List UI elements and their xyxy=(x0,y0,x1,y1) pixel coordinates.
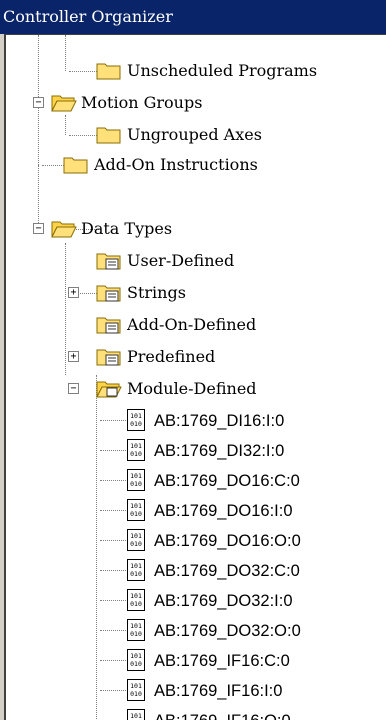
svg-text:101: 101 xyxy=(130,442,142,450)
tree-node-datatype[interactable]: 101 010 AB:1769_DO16:C:0 xyxy=(6,465,386,497)
datatype-folder-open-icon xyxy=(96,381,122,398)
datatype-icon: 101010 xyxy=(127,589,145,611)
folder-icon xyxy=(96,63,121,80)
svg-text:101: 101 xyxy=(130,592,142,600)
tree-node-datatype[interactable]: 101 010 AB:1769_IF16:I:0 xyxy=(6,675,386,707)
datatype-icon: 101010 xyxy=(127,709,145,720)
datatype-icon: 101010 xyxy=(127,469,145,491)
datatype-folder-icon xyxy=(96,253,121,270)
svg-text:010: 010 xyxy=(130,600,142,608)
tree-node-label: Predefined xyxy=(127,347,216,366)
folder-icon xyxy=(96,127,121,144)
tree-node-motion-groups[interactable]: − Motion Groups xyxy=(6,87,386,119)
expand-button[interactable]: + xyxy=(68,287,79,298)
tree-node-label: AB:1769_DO16:I:0 xyxy=(154,502,293,520)
tree-node-label: Module-Defined xyxy=(127,379,257,398)
tree-node-datatype[interactable]: 101 010 AB:1769_DO32:C:0 xyxy=(6,555,386,587)
datatype-icon: 101010 xyxy=(127,529,145,551)
tree-node-label: Data Types xyxy=(81,219,173,238)
collapse-button[interactable]: − xyxy=(33,223,44,234)
svg-text:010: 010 xyxy=(130,450,142,458)
folder-open-icon xyxy=(51,221,77,238)
svg-text:101: 101 xyxy=(130,562,142,570)
svg-text:101: 101 xyxy=(130,532,142,540)
tree-node-label: AB:1769_DI32:I:0 xyxy=(154,442,285,460)
tree-node-ungrouped-axes[interactable]: Ungrouped Axes xyxy=(6,119,386,151)
tree-node-label: AB:1769_IF16:O:0 xyxy=(154,705,291,720)
datatype-icon: 101010 xyxy=(127,559,145,581)
svg-text:010: 010 xyxy=(130,510,142,518)
expand-button[interactable]: + xyxy=(68,351,79,362)
tree-node-label: AB:1769_DI16:I:0 xyxy=(154,412,285,430)
tree-node-datatype[interactable]: 101 010 AB:1769_DO32:O:0 xyxy=(6,615,386,647)
datatype-icon: 101010 xyxy=(127,649,145,671)
tree-node-datatype[interactable]: 101010 AB:1769_IF16:O:0 xyxy=(6,705,386,720)
tree-node-label: AB:1769_DO32:C:0 xyxy=(154,562,300,580)
datatype-icon: 101010 xyxy=(127,409,145,431)
svg-text:101: 101 xyxy=(130,472,142,480)
folder-open-icon xyxy=(51,95,77,112)
collapse-button[interactable]: − xyxy=(33,97,44,108)
svg-text:101: 101 xyxy=(130,502,142,510)
tree-node-user-defined[interactable]: User-Defined xyxy=(6,245,386,277)
tree-node-label: AB:1769_DO16:O:0 xyxy=(154,532,301,550)
tree-node-label: AB:1769_DO32:I:0 xyxy=(154,592,293,610)
tree-node-add-on-defined[interactable]: Add-On-Defined xyxy=(6,309,386,341)
datatype-icon: 101010 xyxy=(127,499,145,521)
tree-node-datatype[interactable]: 101 010 AB:1769_IF16:C:0 xyxy=(6,645,386,677)
window-title: Controller Organizer xyxy=(0,0,386,34)
svg-text:010: 010 xyxy=(130,420,142,428)
svg-text:010: 010 xyxy=(130,480,142,488)
svg-text:101: 101 xyxy=(130,712,142,720)
datatype-folder-icon xyxy=(96,285,121,302)
tree-node-label: Motion Groups xyxy=(81,93,203,112)
tree-node-strings[interactable]: + Strings xyxy=(6,277,386,309)
datatype-icon: 101010 xyxy=(127,679,145,701)
svg-text:010: 010 xyxy=(130,690,142,698)
svg-text:101: 101 xyxy=(130,412,142,420)
svg-text:101: 101 xyxy=(130,652,142,660)
tree-node-module-defined[interactable]: − Module-Defined xyxy=(6,373,386,405)
tree-node-datatype[interactable]: 101 010 AB:1769_DO16:I:0 xyxy=(6,495,386,527)
svg-text:010: 010 xyxy=(130,630,142,638)
datatype-folder-icon xyxy=(96,349,121,366)
datatype-folder-icon xyxy=(96,317,121,334)
tree-node-label: User-Defined xyxy=(127,251,235,270)
tree-node-label: AB:1769_IF16:C:0 xyxy=(154,652,290,670)
datatype-icon: 101010 xyxy=(127,439,145,461)
folder-icon xyxy=(63,157,88,174)
svg-text:010: 010 xyxy=(130,660,142,668)
tree-node-data-types[interactable]: − Data Types xyxy=(6,213,386,245)
tree-node-add-on-instructions[interactable]: Add-On Instructions xyxy=(6,149,386,181)
tree-node-label: Ungrouped Axes xyxy=(127,125,262,144)
datatype-icon: 101010 xyxy=(127,619,145,641)
tree-node-label: Add-On-Defined xyxy=(127,315,257,334)
svg-text:101: 101 xyxy=(130,622,142,630)
tree-node-label: AB:1769_IF16:I:0 xyxy=(154,682,283,700)
tree-node-label: Add-On Instructions xyxy=(94,155,258,174)
svg-text:101: 101 xyxy=(130,682,142,690)
tree-node-predefined[interactable]: + Predefined xyxy=(6,341,386,373)
organizer-tree[interactable]: Unscheduled Programs − Motion Groups Ung… xyxy=(4,34,386,720)
tree-node-label: AB:1769_DO32:O:0 xyxy=(154,622,301,640)
svg-text:010: 010 xyxy=(130,540,142,548)
collapse-button[interactable]: − xyxy=(68,383,79,394)
tree-node-label: Strings xyxy=(127,283,186,302)
tree-node-datatype[interactable]: 101 010 AB:1769_DO32:I:0 xyxy=(6,585,386,617)
tree-node-datatype[interactable]: 101 010 AB:1769_DI16:I:0 xyxy=(6,405,386,437)
tree-node-datatype[interactable]: 101 010 AB:1769_DI32:I:0 xyxy=(6,435,386,467)
tree-node-label: Unscheduled Programs xyxy=(127,61,318,80)
tree-node-unscheduled-programs[interactable]: Unscheduled Programs xyxy=(6,55,386,87)
tree-node-datatype[interactable]: 101 010 AB:1769_DO16:O:0 xyxy=(6,525,386,557)
tree-node-label: AB:1769_DO16:C:0 xyxy=(154,472,300,490)
svg-text:010: 010 xyxy=(130,570,142,578)
